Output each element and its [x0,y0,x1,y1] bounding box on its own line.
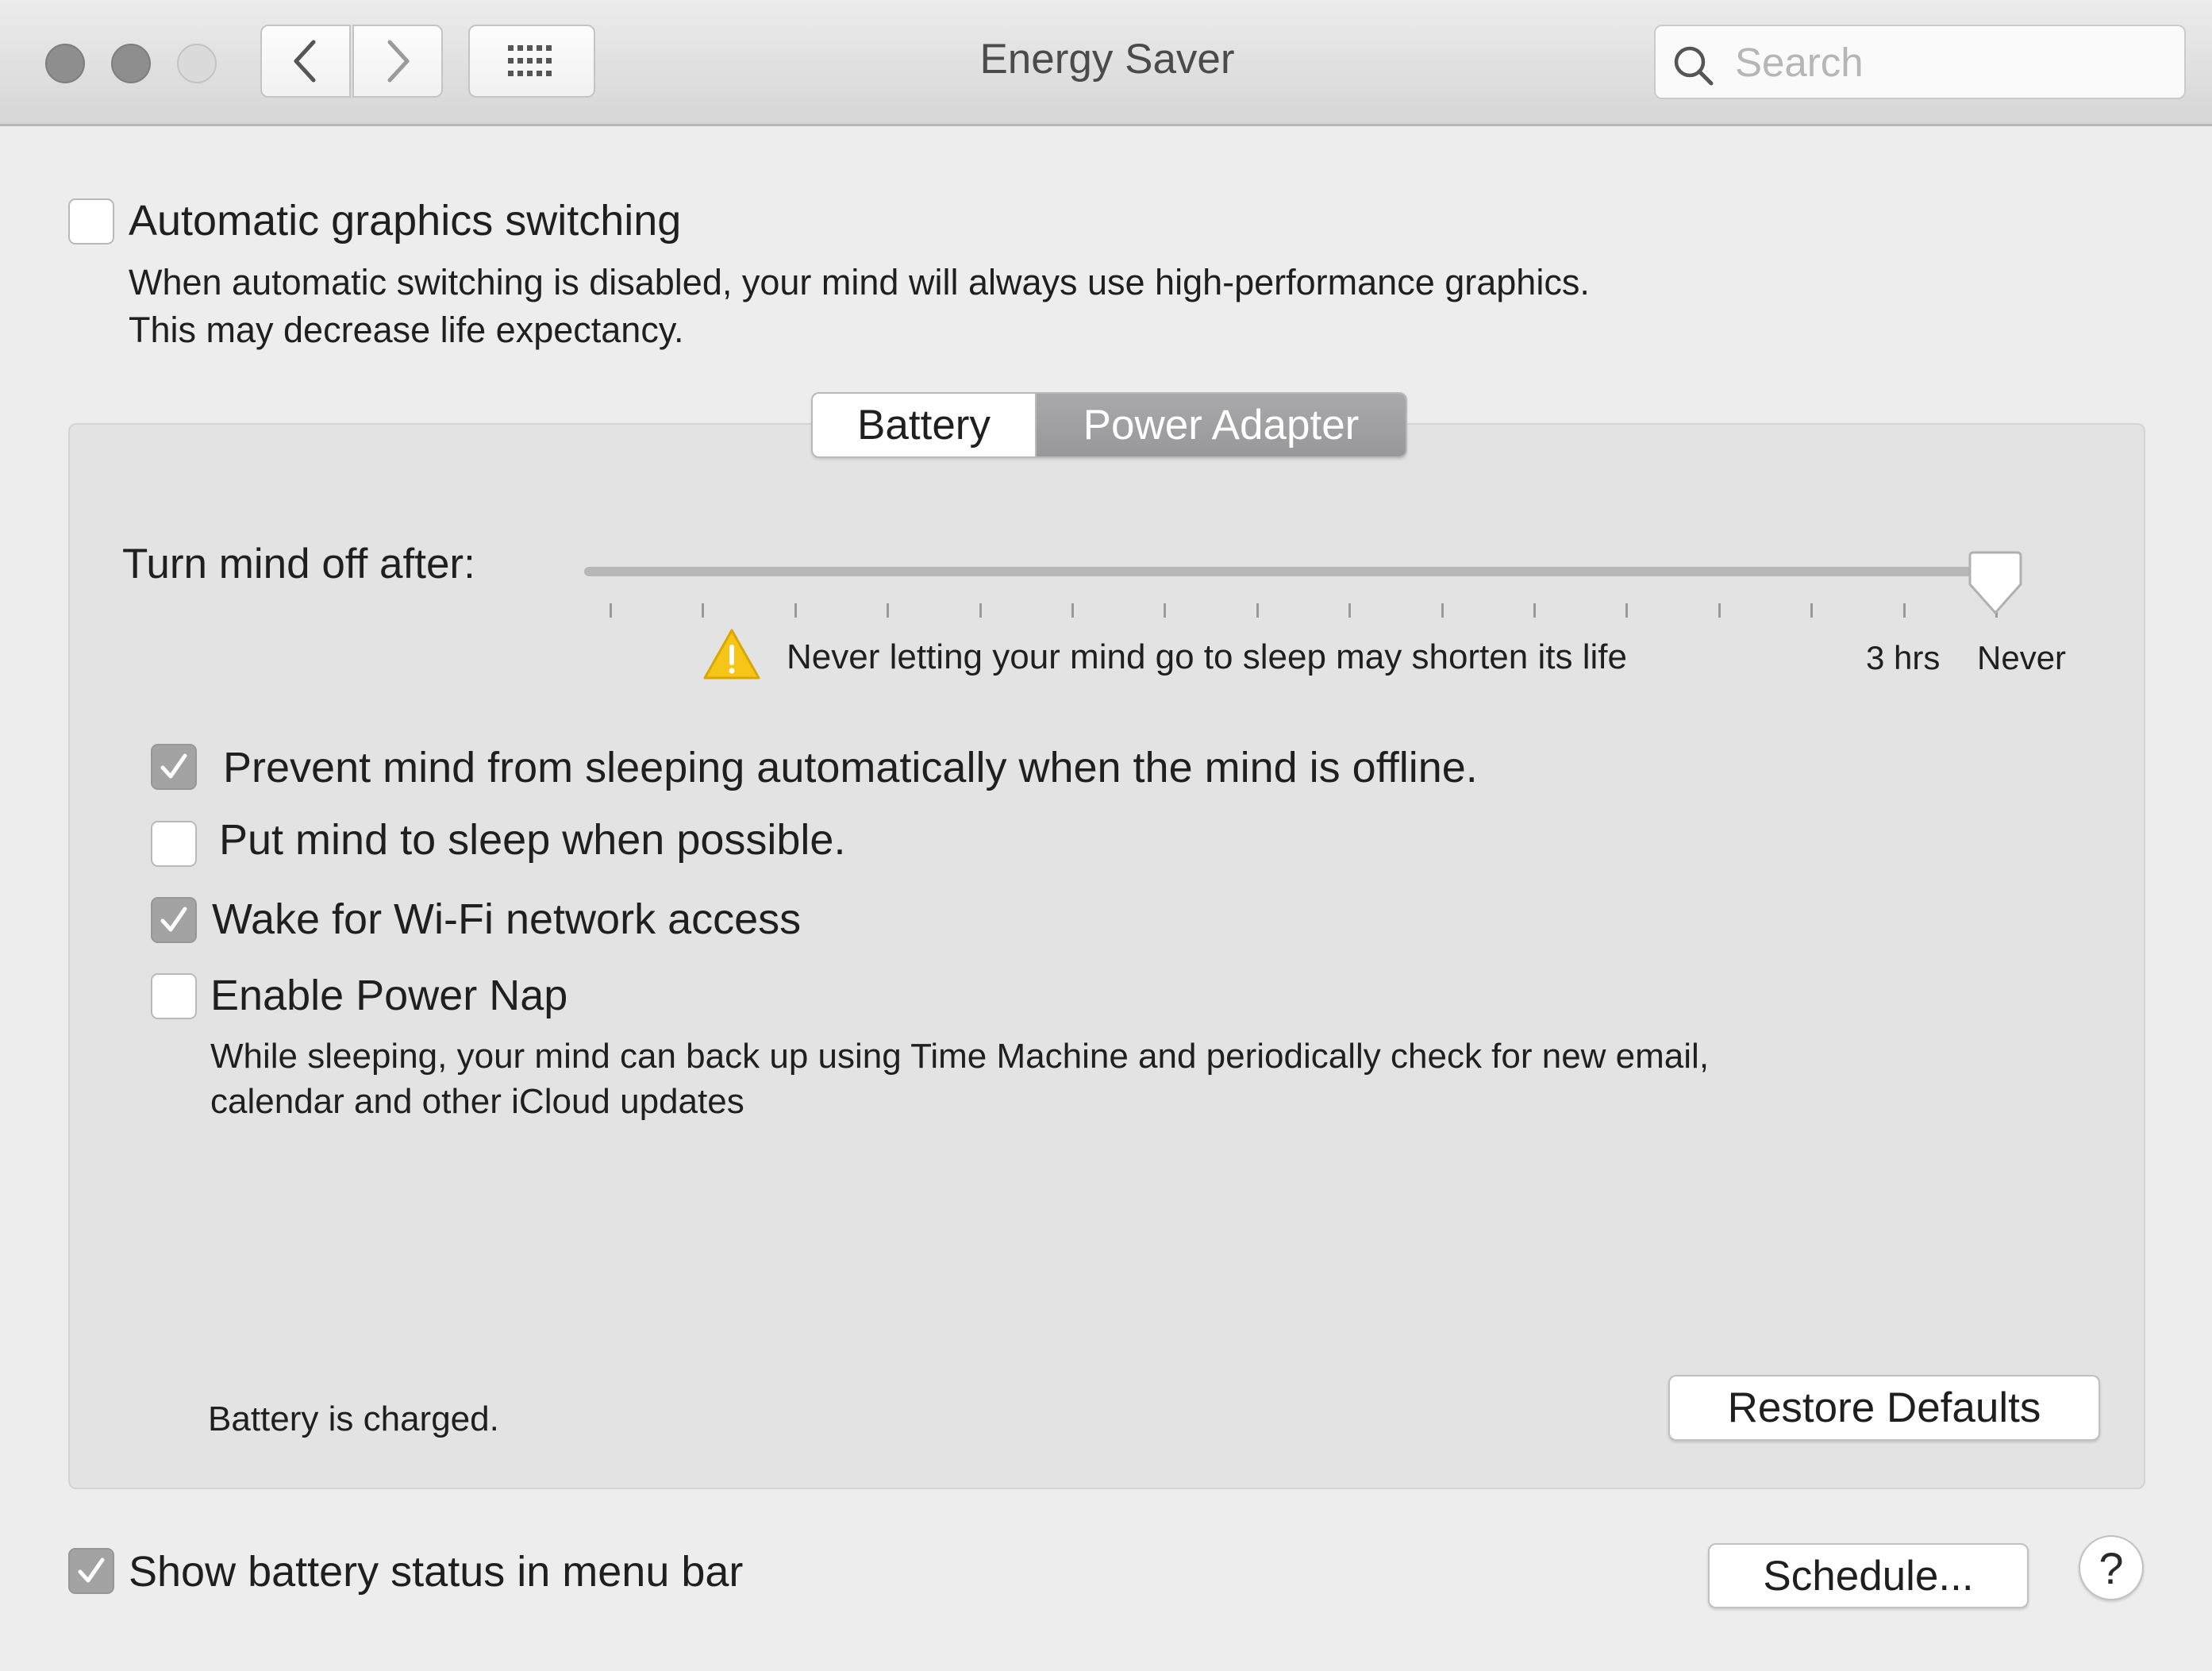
show-battery-status-label: Show battery status in menu bar [129,1548,744,1596]
slider-thumb[interactable] [1967,549,2024,618]
show-battery-status-checkbox[interactable] [68,1548,114,1594]
automatic-graphics-switching-label: Automatic graphics switching [129,197,682,244]
sleep-warning-text: Never letting your mind go to sleep may … [787,637,1627,676]
slider-tick [1625,603,1629,618]
automatic-graphics-switching-checkbox[interactable] [68,198,114,244]
power-nap-description-line1: While sleeping, your mind can back up us… [210,1037,1710,1076]
slider-tick [1902,603,1906,618]
slider-tick [610,603,612,618]
search-field[interactable]: Search [1654,25,2186,99]
slider-tick [1441,603,1444,618]
power-nap-label: Enable Power Nap [210,972,568,1019]
checkmark-icon [78,1557,105,1583]
slider-tick [1348,603,1352,618]
help-button[interactable]: ? [2079,1535,2144,1600]
slider-tick [702,603,705,618]
slider-tick [1164,603,1167,618]
search-placeholder: Search [1735,40,1864,85]
zoom-window-button[interactable] [177,44,217,83]
tab-power-adapter[interactable]: Power Adapter [1037,394,1406,456]
title-bar: Energy Saver Search [0,0,2212,126]
chevron-right-icon [387,40,410,83]
wake-wifi-checkbox[interactable] [151,897,197,943]
power-nap-description-line2: calendar and other iCloud updates [210,1082,744,1121]
slider-tick [1810,603,1814,618]
graphics-description-line1: When automatic switching is disabled, yo… [129,262,1590,302]
warning-icon [703,629,760,680]
window-title: Energy Saver [979,36,1235,83]
search-icon [1674,46,1714,86]
slider-tick [1533,603,1536,618]
chevron-left-icon [294,40,316,83]
slider-tick [887,603,890,618]
put-to-sleep-checkbox[interactable] [151,821,197,867]
schedule-button[interactable]: Schedule... [1708,1543,2029,1608]
wake-wifi-label: Wake for Wi-Fi network access [212,895,802,943]
show-all-button[interactable] [468,25,595,98]
battery-status-text: Battery is charged. [208,1400,499,1438]
slider-tick [1256,603,1259,618]
energy-saver-window: Energy Saver Search Automatic graphics s… [0,0,2212,1671]
tab-battery[interactable]: Battery [813,394,1037,456]
checkmark-icon [160,907,187,932]
forward-button[interactable] [352,25,443,98]
graphics-description-line2: This may decrease life expectancy. [129,310,684,350]
close-window-button[interactable] [45,44,85,83]
power-nap-checkbox[interactable] [151,973,197,1019]
minimize-window-button[interactable] [111,44,151,83]
slider-tick [1071,603,1074,618]
checkmark-icon [160,753,187,779]
turn-off-after-label: Turn mind off after: [122,541,475,587]
prevent-sleep-checkbox[interactable] [151,744,197,790]
back-button[interactable] [260,25,351,98]
prevent-sleep-label: Prevent mind from sleeping automatically… [223,744,1478,791]
put-to-sleep-label: Put mind to sleep when possible. [219,816,846,864]
slider-tick [1718,603,1721,618]
sleep-slider[interactable] [584,567,2005,576]
slider-tick [979,603,982,618]
slider-label-never: Never [1977,639,2067,676]
slider-label-3hrs: 3 hrs [1866,639,1941,676]
restore-defaults-button[interactable]: Restore Defaults [1668,1375,2100,1441]
source-tabs: Battery Power Adapter [811,392,1407,458]
slider-tick [794,603,797,618]
grid-icon [508,45,552,76]
